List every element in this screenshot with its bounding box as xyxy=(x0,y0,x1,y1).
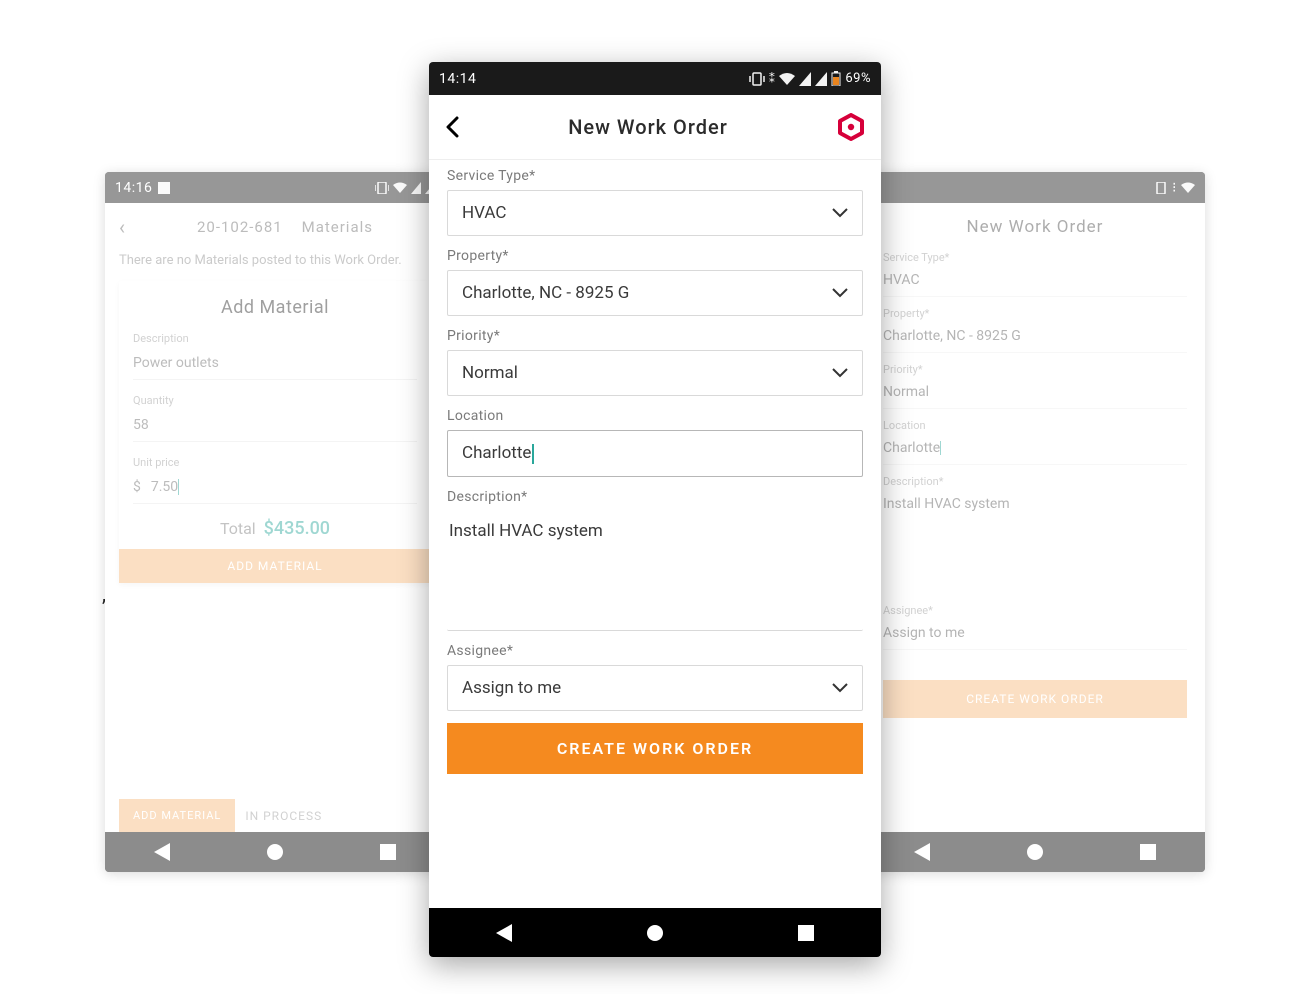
description-value: Install HVAC system xyxy=(449,521,603,541)
nav-recent-icon[interactable] xyxy=(798,925,814,941)
location-value[interactable]: Charlotte xyxy=(883,436,1187,465)
nav-back-icon[interactable] xyxy=(914,843,930,861)
description-input[interactable]: Power outlets xyxy=(133,349,417,380)
cell-signal-icon xyxy=(799,72,811,86)
status-time: 14:16 xyxy=(115,180,152,196)
form-content: Service Type* HVAC Property* Charlotte, … xyxy=(429,160,881,908)
service-type-value: HVAC xyxy=(462,203,506,223)
android-nav-bar xyxy=(105,832,445,872)
page-title: New Work Order xyxy=(459,115,837,139)
nav-recent-icon[interactable] xyxy=(380,844,396,860)
add-material-button[interactable]: ADD MATERIAL xyxy=(119,549,431,583)
nav-back-icon[interactable] xyxy=(496,924,512,942)
vibrate-icon xyxy=(749,72,765,86)
android-nav-bar xyxy=(865,832,1205,872)
property-value[interactable]: Charlotte, NC - 8925 G xyxy=(883,324,1187,353)
assignee-value: Assign to me xyxy=(462,678,561,698)
back-icon[interactable]: ‹ xyxy=(119,215,125,239)
status-time: 14:14 xyxy=(439,71,476,87)
unit-price-value: 7.50 xyxy=(151,479,178,495)
app-header: New Work Order xyxy=(429,95,881,160)
background-phone-work-order: ⁝ New Work Order Service Type* HVAC Prop… xyxy=(865,172,1205,872)
priority-value: Normal xyxy=(462,363,518,383)
cell-signal-icon xyxy=(815,72,827,86)
quantity-label: Quantity xyxy=(133,394,417,407)
nav-home-icon[interactable] xyxy=(647,925,663,941)
location-input[interactable]: Charlotte xyxy=(447,430,863,477)
chevron-down-icon xyxy=(832,288,848,298)
total-value: $435.00 xyxy=(264,518,330,539)
empty-materials-message: There are no Materials posted to this Wo… xyxy=(105,251,445,271)
in-process-label: IN PROCESS xyxy=(245,809,322,823)
description-label: Description* xyxy=(883,475,1187,488)
text-cursor xyxy=(532,444,534,464)
main-phone-new-work-order: 14:14 ⁑ 69% New Work Order xyxy=(429,62,881,957)
location-label: Location xyxy=(883,419,1187,432)
assignee-label: Assignee* xyxy=(447,643,863,659)
total-row: Total $435.00 xyxy=(133,518,417,539)
wifi-icon xyxy=(1181,182,1195,194)
currency-symbol: $ xyxy=(133,479,141,495)
service-type-value[interactable]: HVAC xyxy=(883,268,1187,297)
chevron-down-icon xyxy=(832,683,848,693)
nav-back-icon[interactable] xyxy=(154,843,170,861)
property-select[interactable]: Charlotte, NC - 8925 G xyxy=(447,270,863,316)
add-material-card: Add Material Description Power outlets Q… xyxy=(119,281,431,583)
property-value: Charlotte, NC - 8925 G xyxy=(462,283,629,303)
chevron-down-icon xyxy=(832,208,848,218)
wifi-icon xyxy=(779,72,795,86)
bluetooth-icon: ⁑ xyxy=(769,72,776,86)
nav-home-icon[interactable] xyxy=(1027,844,1043,860)
page-title: New Work Order xyxy=(865,203,1205,251)
vibrate-icon xyxy=(375,182,389,194)
status-bar: 14:14 ⁑ 69% xyxy=(429,62,881,95)
app-logo-icon xyxy=(837,113,865,141)
battery-percent: 69% xyxy=(845,71,871,86)
location-label: Location xyxy=(447,408,863,424)
service-type-select[interactable]: HVAC xyxy=(447,190,863,236)
android-nav-bar xyxy=(429,908,881,957)
priority-label: Priority* xyxy=(883,363,1187,376)
create-work-order-button[interactable]: CREATE WORK ORDER xyxy=(447,723,863,774)
back-button[interactable] xyxy=(445,116,459,138)
assignee-label: Assignee* xyxy=(883,604,1187,617)
total-label: Total xyxy=(220,519,256,538)
description-label: Description* xyxy=(447,489,863,505)
priority-value[interactable]: Normal xyxy=(883,380,1187,409)
card-title: Add Material xyxy=(133,297,417,318)
description-value[interactable]: Install HVAC system xyxy=(883,492,1187,594)
create-work-order-button[interactable]: CREATE WORK ORDER xyxy=(883,680,1187,718)
battery-icon xyxy=(831,71,841,86)
add-material-chip[interactable]: ADD MATERIAL xyxy=(119,799,235,832)
assignee-value[interactable]: Assign to me xyxy=(883,621,1187,650)
chevron-down-icon xyxy=(832,368,848,378)
wifi-icon xyxy=(393,182,407,194)
description-input[interactable]: Install HVAC system xyxy=(447,511,863,631)
work-order-id: 20-102-681 xyxy=(197,218,283,236)
quantity-input[interactable]: 58 xyxy=(133,411,417,442)
unit-price-label: Unit price xyxy=(133,456,417,469)
app-icon xyxy=(158,182,170,194)
chevron-left-icon xyxy=(445,116,459,138)
property-label: Property* xyxy=(883,307,1187,320)
header-tab: Materials xyxy=(302,218,373,236)
cell-signal-icon xyxy=(411,182,421,194)
assignee-select[interactable]: Assign to me xyxy=(447,665,863,711)
nav-recent-icon[interactable] xyxy=(1140,844,1156,860)
nav-home-icon[interactable] xyxy=(267,844,283,860)
status-bar: 14:16 xyxy=(105,172,445,203)
status-bar: ⁝ xyxy=(865,172,1205,203)
unit-price-input[interactable]: $ 7.50 xyxy=(133,473,417,504)
property-label: Property* xyxy=(447,248,863,264)
service-type-label: Service Type* xyxy=(447,168,863,184)
location-value: Charlotte xyxy=(462,443,531,463)
priority-label: Priority* xyxy=(447,328,863,344)
background-phone-materials: 14:16 ‹ 20-102-681 Materials There are n… xyxy=(105,172,445,872)
priority-select[interactable]: Normal xyxy=(447,350,863,396)
vibrate-icon xyxy=(1154,182,1168,194)
page-header: ‹ 20-102-681 Materials xyxy=(105,203,445,251)
description-label: Description xyxy=(133,332,417,345)
service-type-label: Service Type* xyxy=(883,251,1187,264)
